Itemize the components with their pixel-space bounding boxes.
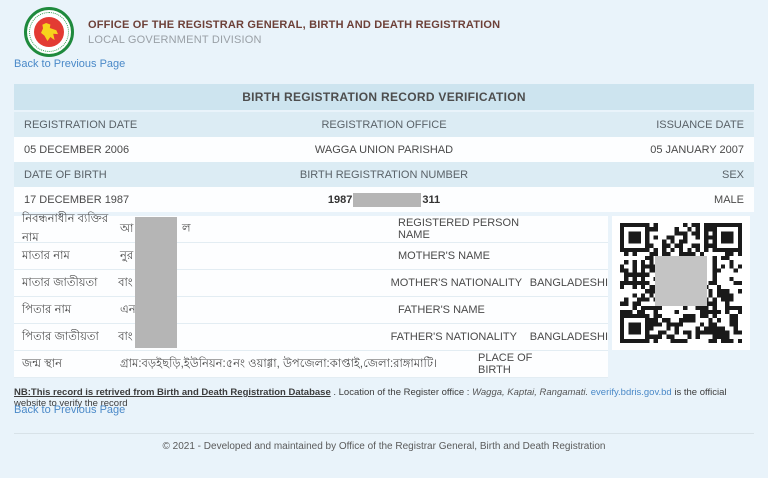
registration-office-value: WAGGA UNION PARISHAD [236,144,532,156]
name-redaction-box [135,217,177,348]
govt-emblem-logo-icon [24,7,74,57]
everify-link[interactable]: everify.bdris.gov.bd [591,387,672,398]
back-to-previous-link-top[interactable]: Back to Previous Page [14,58,125,70]
summary-header-row-2: DATE OF BIRTH BIRTH REGISTRATION NUMBER … [14,162,754,187]
summary-value-row-1: 05 DECEMBER 2006 WAGGA UNION PARISHAD 05… [14,137,754,162]
detail-row-father-nationality: পিতার জাতীয়তা বাং FATHER'S NATIONALITY … [14,324,608,351]
issuance-date-value: 05 JANUARY 2007 [532,144,744,156]
en-label: REGISTERED PERSON NAME [398,217,540,241]
org-subtitle: LOCAL GOVERNMENT DIVISION [88,34,262,46]
detail-row-place-of-birth: জন্ম স্থান গ্রাম:বড়ইছড়ি,ইউনিয়ন:৫নং ওয… [14,351,608,378]
issuance-date-header: ISSUANCE DATE [532,119,744,131]
org-title: OFFICE OF THE REGISTRAR GENERAL, BIRTH A… [88,19,500,31]
bn-value-prefix: বাং [118,277,133,289]
en-label: MOTHER'S NATIONALITY [391,277,530,289]
summary-value-row-2: 17 DECEMBER 1987 1987 311 MALE [14,187,754,212]
sex-value: MALE [532,194,744,206]
note-nb-text: NB:This record is retrived from Birth an… [14,387,331,398]
verification-note: NB:This record is retrived from Birth an… [14,387,760,409]
birth-registration-number-value: 1987 311 [236,193,532,207]
en-value: BANGLADESHI [530,331,608,343]
bn-label: জন্ম স্থান [22,355,120,374]
en-label: FATHER'S NATIONALITY [391,331,530,343]
brn-redaction-box [353,193,421,207]
back-to-previous-link-bottom[interactable]: Back to Previous Page [14,404,125,416]
registration-date-value: 05 DECEMBER 2006 [24,144,236,156]
page: OFFICE OF THE REGISTRAR GENERAL, BIRTH A… [0,0,768,478]
bn-value-prefix: এন [120,304,136,316]
detail-row-mother-name: মাতার নাম নুর MOTHER'S NAME [14,243,608,270]
bn-value-suffix: ল [182,220,191,239]
bn-label: পিতার জাতীয়তা [22,328,118,347]
detail-row-mother-nationality: মাতার জাতীয়তা বাং MOTHER'S NATIONALITY … [14,270,608,297]
en-value: BANGLADESHI [530,277,608,289]
logo-red-circle [34,17,64,47]
birth-registration-number-header: BIRTH REGISTRATION NUMBER [236,169,532,181]
summary-header-row-1: REGISTRATION DATE REGISTRATION OFFICE IS… [14,112,754,137]
bn-value-prefix: গ্রাম:বড়ইছড়ি,ইউনিয়ন:৫নং ওয়াগ্গা, উপজ… [120,358,437,370]
registration-date-header: REGISTRATION DATE [24,119,236,131]
brn-suffix: 311 [422,193,440,205]
registration-office-header: REGISTRATION OFFICE [236,119,532,131]
detail-row-registered-person: নিবন্ধনাধীন ব্যক্তির নাম আল REGISTERED P… [14,216,608,243]
bn-value-prefix: আ [120,223,133,235]
date-of-birth-value: 17 DECEMBER 1987 [24,194,236,206]
detail-row-father-name: পিতার নাম এন FATHER'S NAME [14,297,608,324]
page-title: BIRTH REGISTRATION RECORD VERIFICATION [14,84,754,110]
bn-value: গ্রাম:বড়ইছড়ি,ইউনিয়ন:৫নং ওয়াগ্গা, উপজ… [120,355,478,374]
bn-label: পিতার নাম [22,301,120,320]
bn-value-prefix: বাং [118,331,133,343]
bn-label: মাতার জাতীয়তা [22,274,118,293]
date-of-birth-header: DATE OF BIRTH [24,169,236,181]
brn-prefix: 1987 [328,193,352,205]
footer-text: © 2021 - Developed and maintained by Off… [0,441,768,452]
en-label: PLACE OF BIRTH [478,352,540,376]
bn-label: মাতার নাম [22,247,120,266]
note-office-location: Wagga, Kaptai, Rangamati. [472,387,588,398]
footer-divider [14,433,754,434]
note-mid-text: . Location of the Register office : [331,387,472,398]
qr-redaction-box [655,256,707,306]
bangladesh-map-icon [41,23,58,41]
bn-value-prefix: নুর [120,250,133,262]
qr-card [612,216,750,350]
sex-header: SEX [532,169,744,181]
en-label: FATHER'S NAME [398,304,540,316]
en-label: MOTHER'S NAME [398,250,540,262]
